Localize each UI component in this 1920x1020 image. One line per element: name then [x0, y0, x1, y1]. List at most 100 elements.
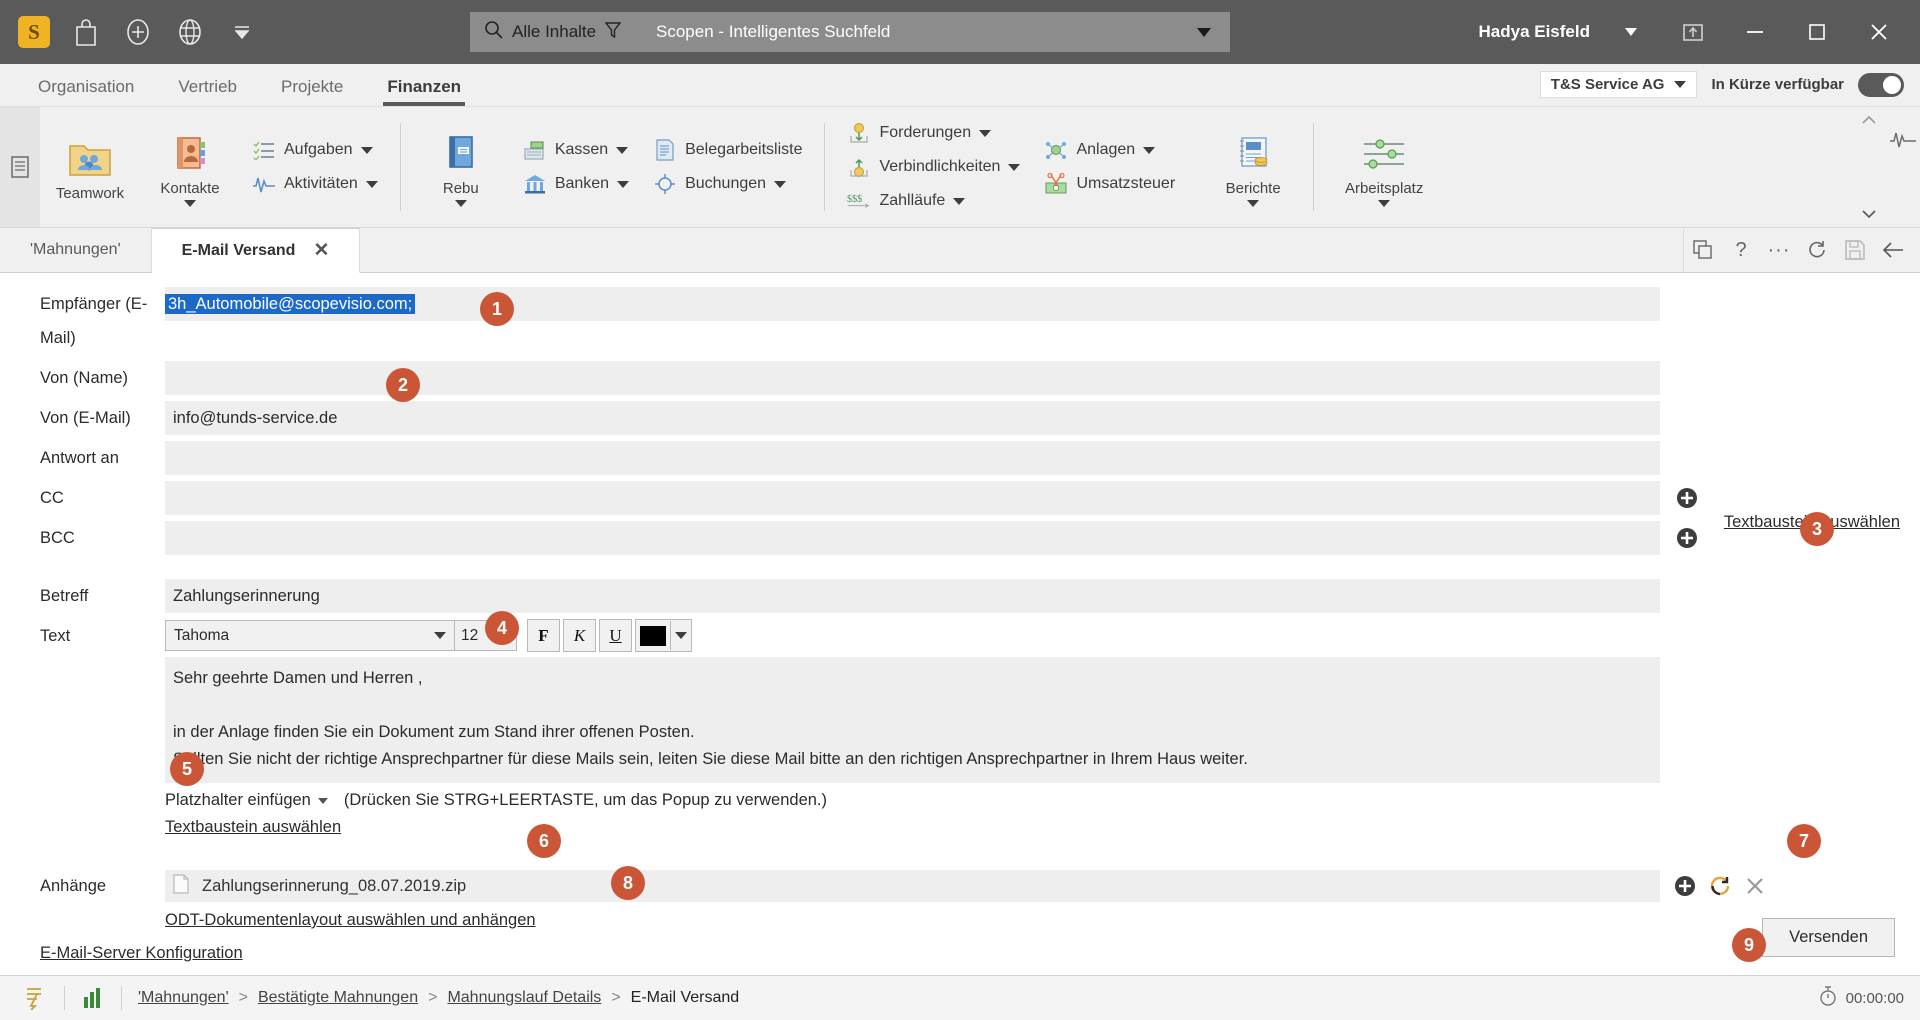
restore-down-icon[interactable]: [1662, 6, 1724, 58]
attachment-item[interactable]: Zahlungserinnerung_08.07.2019.zip: [165, 870, 1660, 902]
menu-item-organisation[interactable]: Organisation: [16, 77, 156, 106]
ribbon-button-arbeitsplatz[interactable]: Arbeitsplatz: [1324, 107, 1444, 227]
ribbon-item-kassen[interactable]: Kassen: [515, 134, 637, 166]
underline-button[interactable]: U: [599, 619, 632, 652]
globe-icon[interactable]: [164, 6, 216, 58]
help-icon[interactable]: ?: [1722, 231, 1760, 269]
bold-button[interactable]: F: [527, 619, 560, 652]
contacts-book-icon: [169, 132, 211, 176]
scopevisio-logo-icon[interactable]: S: [8, 6, 60, 58]
search-dropdown-icon[interactable]: [1178, 27, 1230, 37]
search-scope[interactable]: Alle Inhalte: [470, 20, 650, 44]
add-cc-icon[interactable]: [1670, 481, 1704, 515]
antwort-an-input[interactable]: [165, 441, 1660, 475]
menu-item-finanzen[interactable]: Finanzen: [365, 77, 483, 106]
availability-toggle[interactable]: [1858, 72, 1904, 97]
ribbon-scroll-controls[interactable]: [1852, 107, 1886, 227]
chevron-down-icon[interactable]: [365, 180, 378, 188]
chevron-down-icon[interactable]: [953, 197, 966, 205]
email-body-editor[interactable]: Sehr geehrte Damen und Herren , in der A…: [165, 657, 1660, 783]
text-color-button[interactable]: [635, 619, 692, 652]
chevron-down-icon[interactable]: [454, 199, 467, 207]
chevron-down-icon[interactable]: [1008, 163, 1021, 171]
menu-bar-right: T&S Service AG In Kürze verfügbar: [1539, 71, 1920, 106]
chart-bars-icon[interactable]: [73, 987, 113, 1009]
tab-mahnungen[interactable]: 'Mahnungen': [0, 228, 152, 272]
ribbon-button-berichte[interactable]: Berichte: [1203, 107, 1303, 227]
refresh-icon[interactable]: [1798, 231, 1836, 269]
chevron-down-icon[interactable]: [184, 199, 196, 207]
chevron-down-icon[interactable]: [1247, 199, 1260, 207]
bag-icon[interactable]: [60, 6, 112, 58]
ribbon-item-aufgaben[interactable]: Aufgaben: [244, 134, 386, 166]
chevron-down-icon[interactable]: [616, 146, 629, 154]
ribbon-item-forderungen[interactable]: Forderungen: [839, 117, 1028, 149]
ribbon-label: Arbeitsplatz: [1344, 179, 1424, 197]
breadcrumb-item-bestaetigte-mahnungen[interactable]: Bestätigte Mahnungen: [258, 989, 418, 1007]
italic-button[interactable]: K: [563, 619, 596, 652]
ribbon-item-anlagen[interactable]: Anlagen: [1036, 134, 1183, 166]
body-line: Sehr geehrte Damen und Herren ,: [173, 669, 423, 687]
duplicate-icon[interactable]: [1684, 231, 1722, 269]
menu-item-vertrieb[interactable]: Vertrieb: [156, 77, 259, 106]
email-server-konfiguration-link[interactable]: E-Mail-Server Konfiguration: [0, 936, 243, 970]
chevron-down-icon[interactable]: [1143, 146, 1156, 154]
odt-dokumentenlayout-link[interactable]: ODT-Dokumentenlayout auswählen und anhän…: [165, 904, 536, 936]
versenden-button[interactable]: Versenden: [1762, 918, 1895, 957]
ribbon-column-1: Aufgaben Aktivitäten: [240, 107, 390, 227]
search-input[interactable]: Scopen - Intelligentes Suchfeld: [650, 22, 1178, 42]
breadcrumb-item-mahnungen[interactable]: 'Mahnungen': [138, 989, 229, 1007]
tab-email-versand[interactable]: E-Mail Versand ✕: [151, 228, 361, 273]
save-icon[interactable]: [1836, 231, 1874, 269]
ribbon-button-teamwork[interactable]: Teamwork: [40, 107, 140, 227]
add-bcc-icon[interactable]: [1670, 521, 1704, 555]
ribbon-label: Banken: [554, 175, 610, 192]
add-attachment-icon[interactable]: [1672, 873, 1698, 899]
chevron-down-icon[interactable]: [1378, 199, 1391, 207]
lightning-list-icon[interactable]: [16, 986, 56, 1010]
ribbon-item-zahllaeufe[interactable]: $$$ Zahlläufe: [839, 185, 1028, 217]
minimize-icon[interactable]: [1724, 6, 1786, 58]
body-line: Sollten Sie nicht der richtige Ansprechp…: [173, 750, 1248, 768]
global-search-bar[interactable]: Alle Inhalte Scopen - Intelligentes Such…: [470, 12, 1230, 52]
organisation-selector[interactable]: T&S Service AG: [1539, 71, 1698, 98]
chevron-down-icon[interactable]: [617, 180, 630, 188]
bcc-input[interactable]: [165, 521, 1660, 555]
maximize-icon[interactable]: [1786, 6, 1848, 58]
breadcrumb-item-mahnungslauf-details[interactable]: Mahnungslauf Details: [447, 989, 601, 1007]
chevron-down-icon[interactable]: [979, 129, 992, 137]
close-icon[interactable]: ✕: [313, 239, 329, 262]
ribbon-side-panel-toggle[interactable]: [0, 107, 40, 227]
collapse-icon[interactable]: [216, 6, 268, 58]
von-email-input[interactable]: info@tunds-service.de: [165, 401, 1660, 435]
platzhalter-einfuegen-dropdown[interactable]: Platzhalter einfügen: [165, 791, 328, 810]
tab-tool-group: ? ···: [1683, 228, 1920, 272]
font-family-select[interactable]: Tahoma: [165, 620, 455, 651]
filter-icon[interactable]: [604, 21, 622, 44]
ribbon-button-rebu[interactable]: Rebu: [411, 107, 511, 227]
close-icon[interactable]: [1848, 6, 1910, 58]
ribbon-button-kontakte[interactable]: Kontakte: [140, 107, 240, 227]
ribbon-pulse-icon[interactable]: [1886, 107, 1920, 227]
user-menu-chevron-down-icon[interactable]: [1600, 6, 1662, 58]
ribbon-item-banken[interactable]: Banken: [515, 168, 637, 200]
back-icon[interactable]: [1874, 231, 1912, 269]
ribbon-item-verbindlichkeiten[interactable]: Verbindlichkeiten: [839, 151, 1028, 183]
refresh-attachment-icon[interactable]: [1707, 873, 1733, 899]
more-icon[interactable]: ···: [1760, 231, 1798, 269]
remove-attachment-icon[interactable]: [1742, 873, 1768, 899]
ribbon-item-buchungen[interactable]: Buchungen: [645, 168, 810, 200]
textbaustein-auswaehlen-link[interactable]: Textbaustein auswählen: [165, 812, 341, 842]
empfaenger-email-input[interactable]: 3h_Automobile@scopevisio.com;: [165, 287, 1660, 321]
ribbon-item-umsatzsteuer[interactable]: Umsatzsteuer: [1036, 168, 1183, 200]
chevron-down-icon[interactable]: [774, 180, 787, 188]
menu-item-projekte[interactable]: Projekte: [259, 77, 365, 106]
cc-input[interactable]: [165, 481, 1660, 515]
platzhalter-label: Platzhalter einfügen: [165, 791, 311, 809]
chevron-down-icon[interactable]: [360, 146, 373, 154]
betreff-input[interactable]: Zahlungserinnerung: [165, 579, 1660, 613]
chevron-down-icon[interactable]: [670, 621, 691, 650]
plus-circle-icon[interactable]: [112, 6, 164, 58]
ribbon-item-belegarbeitsliste[interactable]: Belegarbeitsliste: [645, 134, 810, 166]
ribbon-item-aktivitaeten[interactable]: Aktivitäten: [244, 168, 386, 200]
